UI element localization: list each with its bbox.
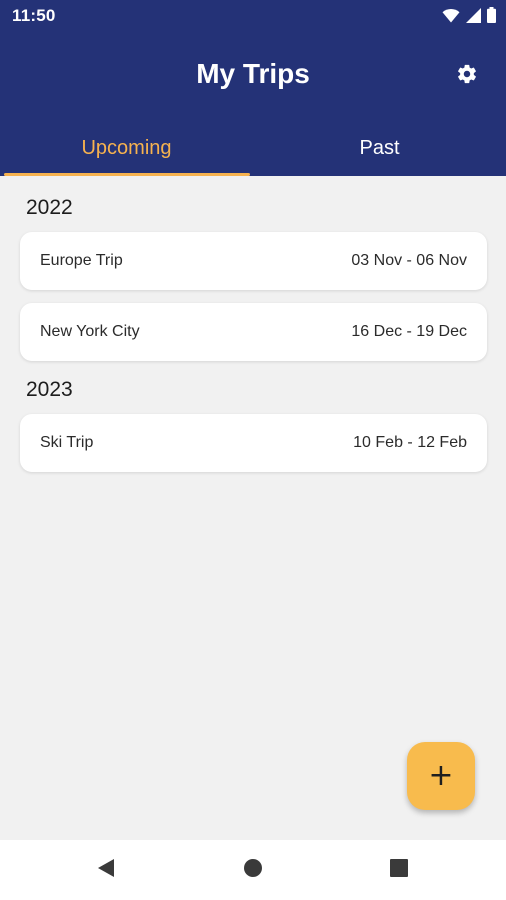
system-nav-bar: [0, 840, 506, 900]
trip-card[interactable]: Europe Trip 03 Nov - 06 Nov: [20, 232, 487, 290]
tab-bar: Upcoming Past: [0, 124, 506, 176]
trip-name: Europe Trip: [40, 252, 123, 269]
trip-card[interactable]: New York City 16 Dec - 19 Dec: [20, 303, 487, 361]
tab-past-label: Past: [359, 136, 400, 159]
trip-dates: 16 Dec - 19 Dec: [351, 323, 467, 340]
trip-list: 2022 Europe Trip 03 Nov - 06 Nov New Yor…: [0, 176, 506, 840]
plus-icon: +: [428, 758, 454, 793]
page-title: My Trips: [196, 58, 310, 89]
trip-dates: 03 Nov - 06 Nov: [351, 252, 467, 269]
status-bar: 11:50: [0, 0, 506, 32]
tab-past[interactable]: Past: [253, 124, 506, 176]
signal-icon: [466, 7, 481, 23]
status-time: 11:50: [12, 6, 56, 25]
add-trip-button[interactable]: +: [407, 742, 475, 810]
tab-upcoming[interactable]: Upcoming: [0, 124, 253, 176]
trip-card[interactable]: Ski Trip 10 Feb - 12 Feb: [20, 414, 487, 472]
gear-icon: [456, 63, 478, 90]
year-heading: 2022: [26, 196, 73, 219]
trip-name: New York City: [40, 323, 140, 340]
trip-dates: 10 Feb - 12 Feb: [353, 434, 467, 451]
wifi-icon: [442, 8, 460, 23]
settings-button[interactable]: [453, 62, 481, 90]
nav-recents-button[interactable]: [379, 854, 419, 886]
nav-back-button[interactable]: [86, 854, 126, 886]
recents-icon: [390, 858, 408, 882]
year-heading: 2023: [26, 378, 73, 401]
nav-home-button[interactable]: [233, 854, 273, 886]
app-header: 11:50 My Trips Upcoming Past: [0, 0, 506, 176]
battery-icon: [487, 7, 496, 23]
trip-name: Ski Trip: [40, 434, 94, 451]
home-icon: [243, 858, 263, 883]
back-icon: [97, 858, 115, 883]
tab-upcoming-label: Upcoming: [81, 136, 172, 159]
status-icons: [442, 6, 496, 24]
